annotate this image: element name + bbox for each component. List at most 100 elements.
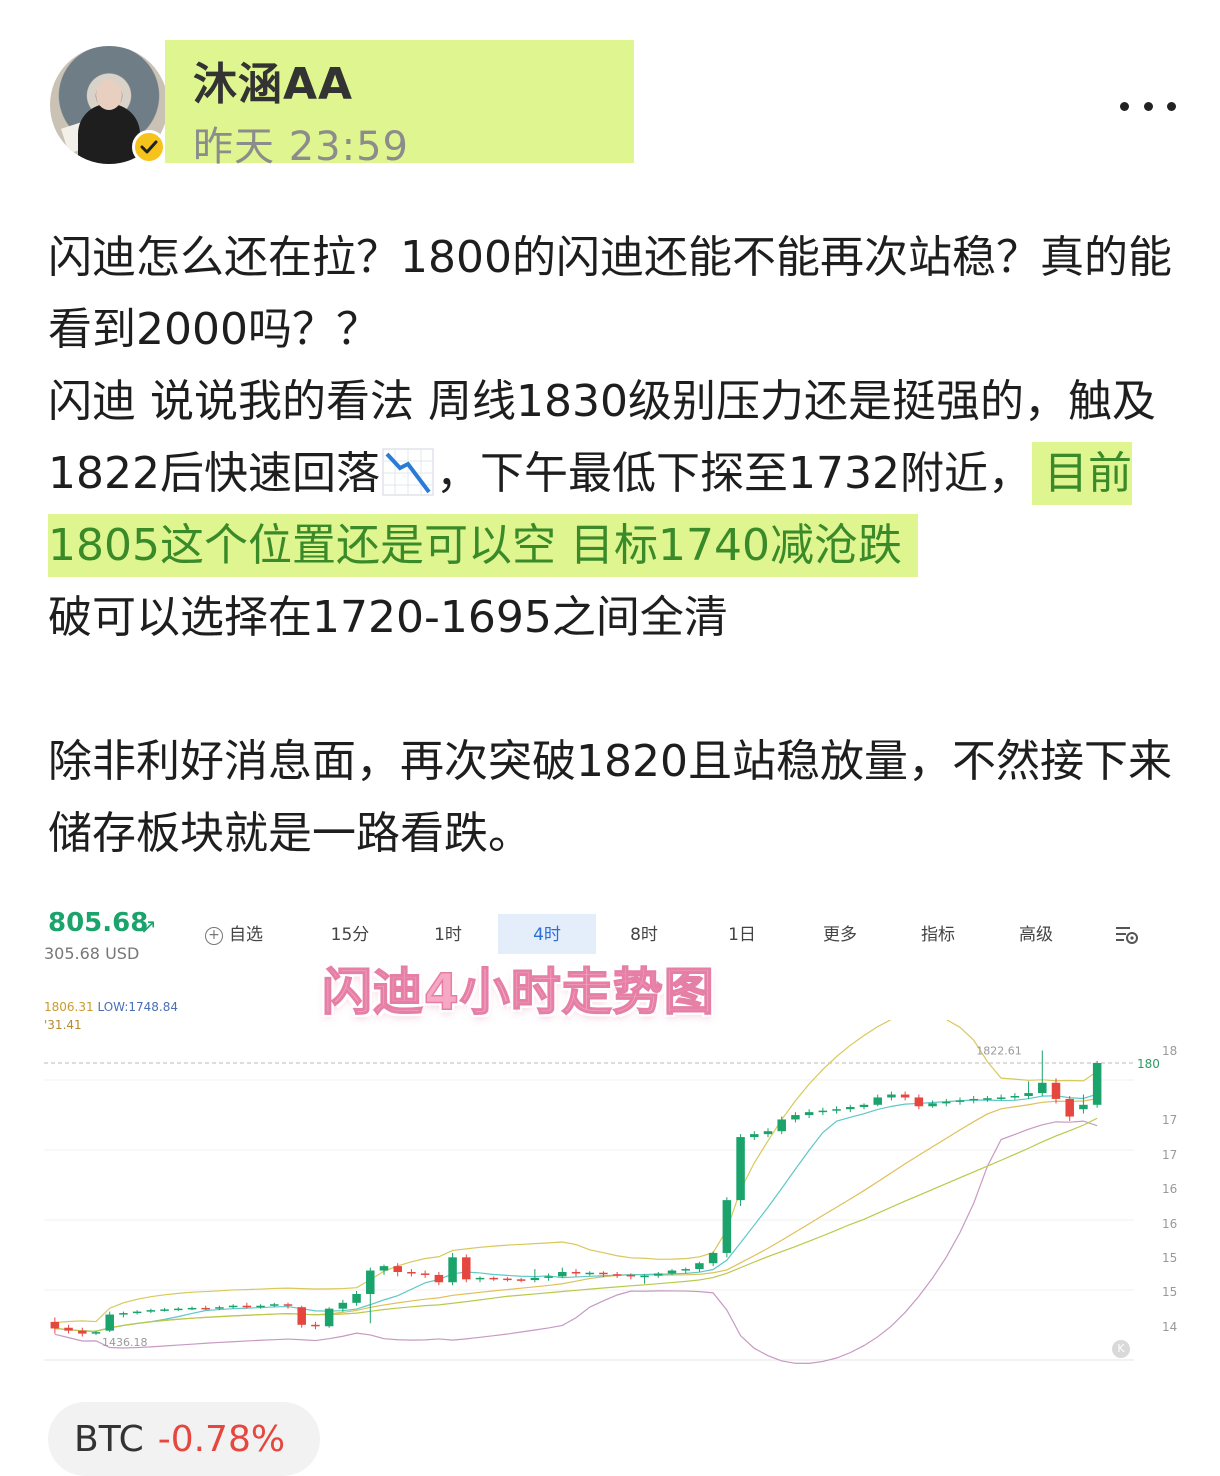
y-tick-label: 16 (1162, 1217, 1177, 1231)
price-usd: 305.68 USD (44, 944, 140, 963)
tab-more[interactable]: 更多 (794, 914, 886, 954)
candle-body (174, 1308, 183, 1311)
tab-advanced[interactable]: 高级 (990, 914, 1082, 954)
candle-body (215, 1307, 224, 1309)
paragraph-text: 闪迪怎么还在拉？1800的闪迪还能不能再次站稳？真的能看到2000吗？？ (48, 232, 1172, 355)
candle-body (270, 1304, 279, 1306)
y-tick-label: 14 (1162, 1320, 1177, 1334)
watchlist-label: 自选 (229, 925, 263, 945)
candlestick-plot[interactable]: 1822.61 1436.18 18018 17 17 16 16 15 15 14 (44, 1020, 1178, 1370)
price-up-icon: ↗ (140, 914, 157, 938)
candle-body (900, 1094, 910, 1098)
post-paragraph-1: 闪迪怎么还在拉？1800的闪迪还能不能再次站稳？真的能看到2000吗？？ (48, 222, 1178, 366)
candle-body (667, 1270, 677, 1274)
candle-body (283, 1304, 293, 1306)
candle-body (393, 1266, 402, 1272)
candle-body (708, 1252, 718, 1264)
candle-body (818, 1110, 828, 1113)
paragraph-text: ，下午最低下探至1732附近， (435, 448, 1032, 499)
author-name[interactable]: 沐涵AA (193, 48, 353, 112)
middle-band-line (54, 1098, 1098, 1332)
candle-body (804, 1112, 814, 1116)
candle-body (462, 1257, 471, 1280)
candle-body (722, 1200, 732, 1253)
candle-body (1038, 1082, 1047, 1094)
chart-settings-icon[interactable] (1114, 924, 1140, 946)
price-chart[interactable]: 805.68 ↗ 305.68 USD 1806.31 LOW:1748.84 … (44, 900, 1178, 1370)
candle-body (352, 1294, 361, 1303)
y-tick-label: 16 (1162, 1182, 1177, 1196)
candle-body (379, 1266, 389, 1271)
candle-body (119, 1313, 128, 1315)
ticker-symbol: BTC (74, 1418, 144, 1460)
candle-body (736, 1137, 745, 1201)
candle-body (242, 1305, 252, 1308)
tab-15m[interactable]: 15分 (304, 914, 396, 954)
candle-body (832, 1109, 841, 1111)
candle-body (516, 1279, 526, 1281)
candle-body (585, 1272, 594, 1275)
candle-body (777, 1119, 786, 1132)
candle-body (859, 1104, 869, 1107)
candle-body (599, 1272, 608, 1275)
candle-body (324, 1308, 334, 1327)
paragraph-text: 破可以选择在1720-1695之间全清 (48, 592, 728, 643)
candle-body (983, 1098, 992, 1100)
post-paragraph-2: 闪迪 说说我的看法 周线1830级别压力还是挺强的，触及1822后快速回落 ，下… (48, 366, 1178, 654)
candle-body (132, 1311, 142, 1314)
tab-8h[interactable]: 8时 (598, 914, 690, 954)
high-low-readout: 1806.31 LOW:1748.84 (44, 1000, 178, 1014)
candle-body (407, 1272, 416, 1274)
candle-body (763, 1131, 773, 1135)
candle-body (942, 1101, 951, 1104)
ma-short-line (54, 1093, 1098, 1332)
add-watch-icon: + (205, 927, 223, 945)
y-tick-label: 17 (1162, 1148, 1177, 1162)
candle-body (228, 1305, 238, 1308)
candle-body (146, 1310, 156, 1312)
candle-body (448, 1257, 457, 1283)
candle-body (1079, 1104, 1088, 1110)
candle-body (1051, 1082, 1061, 1099)
chart-decreasing-emoji (382, 448, 434, 496)
candle-body (1092, 1063, 1102, 1105)
verified-badge-icon (132, 130, 166, 164)
candle-body (1010, 1096, 1020, 1098)
tab-1h[interactable]: 1时 (402, 914, 494, 954)
candle-body (1024, 1093, 1033, 1096)
candle-body (873, 1097, 882, 1105)
paragraph-text: 除非利好消息面，再次突破1820且站稳放量，不然接下来储存板块就是一路看跌。 (48, 736, 1172, 859)
current-price: 805.68 (48, 908, 149, 938)
y-tick-label: 17 (1162, 1113, 1177, 1127)
tab-4h[interactable]: 4时 (498, 914, 596, 954)
candle-body (420, 1273, 430, 1275)
tab-1d[interactable]: 1日 (696, 914, 788, 954)
more-options-icon[interactable] (1120, 86, 1176, 126)
candle-body (640, 1275, 649, 1278)
candle-body (91, 1332, 101, 1334)
candle-body (626, 1274, 636, 1277)
high-value: 1806.31 (44, 1000, 94, 1014)
candle-body (78, 1330, 87, 1334)
candle-body (256, 1305, 265, 1308)
candle-body (311, 1324, 320, 1327)
ticker-tag[interactable]: BTC -0.78% (48, 1402, 320, 1476)
candle-body (571, 1272, 581, 1274)
watchlist-button[interactable]: + 自选 (194, 914, 274, 954)
candle-body (846, 1107, 855, 1110)
y-tick-label: 18 (1162, 1044, 1177, 1058)
candle-body (681, 1269, 690, 1271)
lower-band-line (54, 1120, 1098, 1364)
candle-body (489, 1277, 498, 1280)
post-time: 昨天 23:59 (193, 124, 409, 170)
candle-body (996, 1097, 1006, 1099)
candle-body (544, 1276, 553, 1278)
candle-body (695, 1263, 704, 1270)
tab-indicators[interactable]: 指标 (892, 914, 984, 954)
y-tick-label: 15 (1162, 1251, 1177, 1265)
candle-body (160, 1309, 169, 1311)
last-price-label: 180 (1137, 1057, 1160, 1071)
candle-body (1065, 1098, 1074, 1117)
candle-body (612, 1274, 622, 1276)
candle-body (914, 1097, 924, 1107)
